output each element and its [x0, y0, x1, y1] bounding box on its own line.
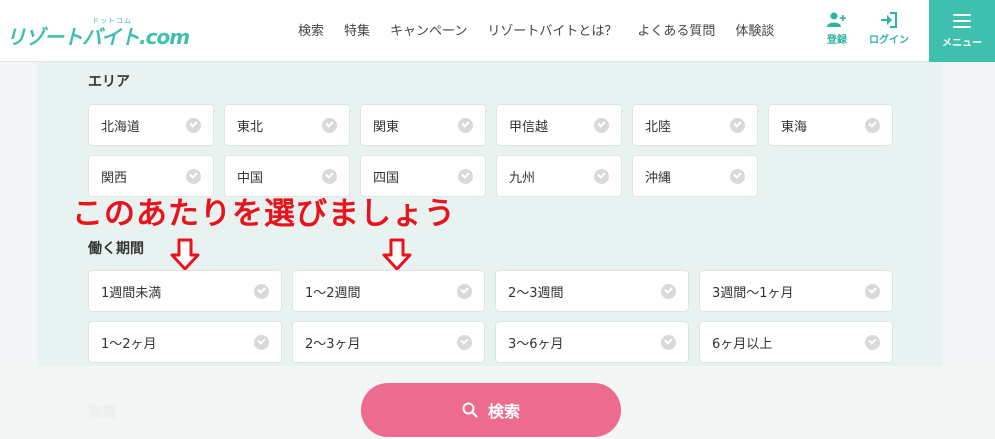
- area-option[interactable]: 沖縄: [632, 155, 758, 197]
- nav-search[interactable]: 検索: [298, 20, 324, 39]
- annotation-text: このあたりを選びましょう: [72, 196, 456, 232]
- hamburger-icon: [953, 14, 971, 28]
- check-icon: [322, 169, 337, 184]
- area-option-label: 沖縄: [645, 170, 672, 186]
- area-option[interactable]: 北海道: [88, 104, 214, 146]
- check-icon: [457, 335, 472, 350]
- check-icon: [865, 335, 880, 350]
- area-option-label: 甲信越: [509, 119, 549, 135]
- search-button-label: 検索: [487, 402, 520, 421]
- check-icon: [458, 118, 473, 133]
- check-icon: [730, 169, 745, 184]
- period-option-label: 1～2週間: [305, 285, 361, 301]
- site-logo[interactable]: リゾートバイト.com ドットコム: [6, 14, 190, 50]
- nav-about[interactable]: リゾートバイトとは？: [487, 20, 617, 39]
- area-title: エリア: [88, 74, 130, 90]
- area-option-label: 東海: [781, 119, 808, 135]
- area-option[interactable]: 東北: [224, 104, 350, 146]
- menu-label: メニュー: [942, 38, 982, 49]
- period-title: 働く期間: [88, 241, 144, 257]
- area-option[interactable]: 関東: [360, 104, 486, 146]
- down-arrow-icon: [382, 238, 412, 271]
- area-option-label: 九州: [509, 170, 536, 186]
- check-icon: [661, 284, 676, 299]
- check-icon: [865, 284, 880, 299]
- period-option[interactable]: 3～6ヶ月: [495, 321, 689, 363]
- nav-features[interactable]: 特集: [344, 20, 370, 39]
- down-arrow-icon: [170, 238, 200, 271]
- nav-faq[interactable]: よくある質問: [637, 20, 715, 39]
- period-option-label: 6ヶ月以上: [712, 336, 773, 352]
- area-option-label: 関東: [373, 119, 400, 135]
- check-icon: [186, 169, 201, 184]
- check-icon: [661, 335, 676, 350]
- period-option-label: 3～6ヶ月: [508, 336, 564, 352]
- area-option-label: 東北: [237, 119, 264, 135]
- register-button[interactable]: 登録: [815, 12, 859, 46]
- area-option[interactable]: 北陸: [632, 104, 758, 146]
- site-header: リゾートバイト.com ドットコム 検索 特集 キャンペーン リゾートバイトとは…: [0, 0, 995, 62]
- check-icon: [322, 118, 337, 133]
- period-option-label: 3週間～1ヶ月: [712, 285, 794, 301]
- check-icon: [186, 118, 201, 133]
- period-option[interactable]: 1～2ヶ月: [88, 321, 282, 363]
- area-option-label: 四国: [373, 170, 400, 186]
- logo-subtext: ドットコム: [92, 17, 132, 25]
- period-option[interactable]: 1週間未満: [88, 270, 282, 312]
- check-icon: [458, 169, 473, 184]
- area-option[interactable]: 甲信越: [496, 104, 622, 146]
- add-user-icon: [827, 12, 846, 27]
- check-icon: [594, 118, 609, 133]
- check-icon: [730, 118, 745, 133]
- login-label: ログイン: [869, 35, 909, 46]
- period-option[interactable]: 3週間～1ヶ月: [699, 270, 893, 312]
- period-option-label: 1～2ヶ月: [101, 336, 157, 352]
- search-button[interactable]: 検索: [361, 383, 621, 437]
- check-icon: [457, 284, 472, 299]
- nav-campaign[interactable]: キャンペーン: [390, 20, 467, 39]
- check-icon: [594, 169, 609, 184]
- period-option[interactable]: 2～3ヶ月: [292, 321, 485, 363]
- period-option[interactable]: 6ヶ月以上: [699, 321, 893, 363]
- nav-stories[interactable]: 体験談: [735, 20, 774, 39]
- login-button[interactable]: ログイン: [867, 12, 911, 46]
- area-option-label: 中国: [237, 170, 264, 186]
- area-option[interactable]: 九州: [496, 155, 622, 197]
- period-option-label: 2～3週間: [508, 285, 564, 301]
- period-option-label: 1週間未満: [101, 285, 162, 301]
- check-icon: [254, 284, 269, 299]
- search-icon: [462, 402, 478, 418]
- login-icon: [881, 12, 897, 28]
- check-icon: [254, 335, 269, 350]
- period-option[interactable]: 1～2週間: [292, 270, 485, 312]
- area-option-label: 北陸: [645, 119, 672, 135]
- area-option-label: 北海道: [101, 119, 141, 135]
- menu-button[interactable]: メニュー: [929, 0, 995, 62]
- main-nav: 検索 特集 キャンペーン リゾートバイトとは？ よくある質問 体験談: [298, 20, 774, 39]
- register-label: 登録: [827, 35, 847, 46]
- area-option[interactable]: 東海: [768, 104, 893, 146]
- area-option-label: 関西: [101, 170, 128, 186]
- period-option[interactable]: 2～3週間: [495, 270, 689, 312]
- period-option-label: 2～3ヶ月: [305, 336, 361, 352]
- check-icon: [865, 118, 880, 133]
